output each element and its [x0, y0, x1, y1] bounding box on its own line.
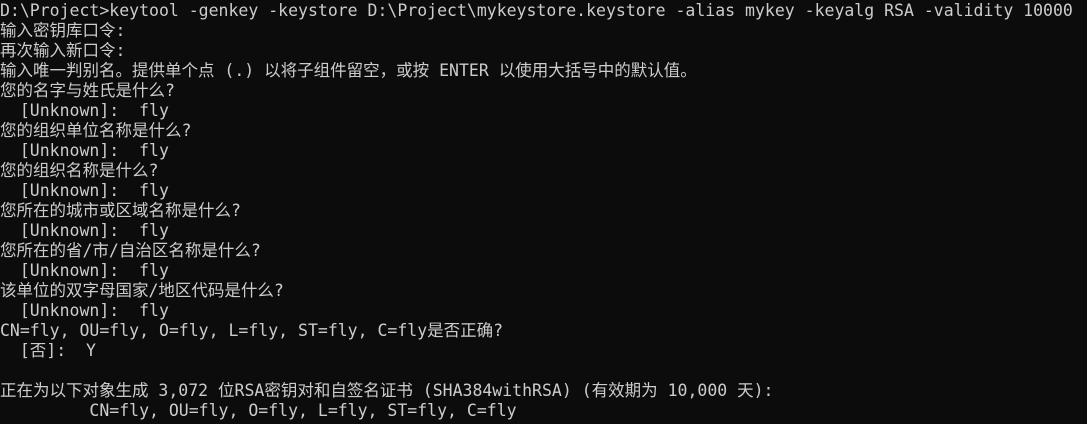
reenter-password-prompt: 再次输入新口令: [0, 41, 126, 60]
generation-subject: CN=fly, OU=fly, O=fly, L=fly, ST=fly, C=… [0, 401, 517, 420]
dname-instruction: 输入唯一判别名。提供单个点 (.) 以将子组件留空，或按 ENTER 以使用大括… [0, 61, 697, 80]
city-prompt: 您所在的城市或区域名称是什么? [0, 201, 241, 220]
org-prompt: 您的组织名称是什么? [0, 161, 159, 180]
state-answer: [Unknown]: fly [0, 261, 169, 280]
org-unit-answer: [Unknown]: fly [0, 141, 169, 160]
org-answer: [Unknown]: fly [0, 181, 169, 200]
state-prompt: 您所在的省/市/自治区名称是什么? [0, 241, 261, 260]
name-answer: [Unknown]: fly [0, 101, 169, 120]
name-prompt: 您的名字与姓氏是什么? [0, 81, 175, 100]
terminal-window[interactable]: D:\Project>keytool -genkey -keystore D:\… [0, 0, 1087, 424]
confirm-prompt: CN=fly, OU=fly, O=fly, L=fly, ST=fly, C=… [0, 321, 504, 340]
confirm-answer: [否]: Y [0, 341, 96, 360]
country-code-answer: [Unknown]: fly [0, 301, 169, 320]
keystore-password-prompt: 输入密钥库口令: [0, 21, 126, 40]
command-line: D:\Project>keytool -genkey -keystore D:\… [0, 1, 1073, 20]
country-code-prompt: 该单位的双字母国家/地区代码是什么? [0, 281, 284, 300]
generation-status: 正在为以下对象生成 3,072 位RSA密钥对和自签名证书 (SHA384wit… [0, 381, 774, 400]
org-unit-prompt: 您的组织单位名称是什么? [0, 121, 192, 140]
city-answer: [Unknown]: fly [0, 221, 169, 240]
